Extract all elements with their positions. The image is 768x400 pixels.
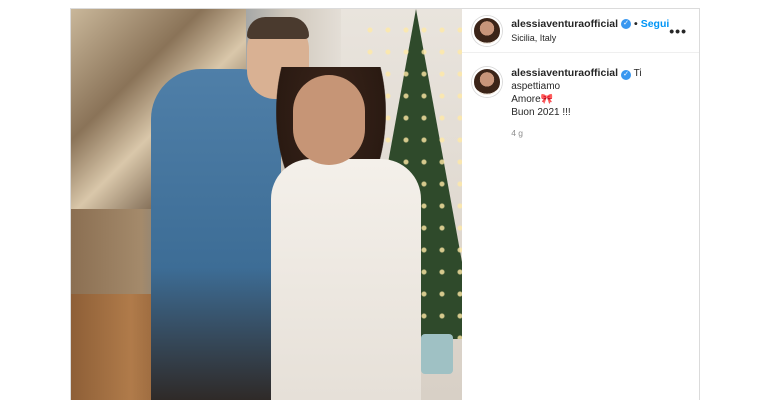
post-sidebar: alessiaventuraofficial ✓ • Segui Sicilia… <box>462 9 699 400</box>
post-timestamp[interactable]: 4 g <box>511 127 687 140</box>
caption-first-line: alessiaventuraofficial ✓ Ti aspettiamo <box>511 67 687 93</box>
caption-username-link[interactable]: alessiaventuraofficial <box>511 67 618 79</box>
caption-text-2: Amore <box>511 94 541 105</box>
username-link[interactable]: alessiaventuraofficial <box>511 17 618 31</box>
caption-second-line: Amore🎀 <box>511 93 687 106</box>
caption-verified-badge-icon: ✓ <box>621 70 631 80</box>
avatar[interactable] <box>472 15 503 46</box>
caption-body: alessiaventuraofficial ✓ Ti aspettiamo Am… <box>511 67 687 140</box>
photo-man <box>151 69 281 400</box>
header-text: alessiaventuraofficial ✓ • Segui Sicilia… <box>511 17 669 45</box>
follow-button[interactable]: Segui <box>641 17 670 31</box>
photo-woman <box>271 159 421 400</box>
verified-badge-icon: ✓ <box>621 18 631 29</box>
separator-dot: • <box>634 17 638 30</box>
photo-man-hair <box>247 17 309 39</box>
more-options-icon[interactable]: ••• <box>669 24 687 38</box>
caption-comment: alessiaventuraofficial ✓ Ti aspettiamo Am… <box>462 53 699 140</box>
username-row: alessiaventuraofficial ✓ • Segui <box>511 17 669 31</box>
photo-woman-head <box>293 75 365 165</box>
bow-emoji: 🎀 <box>540 94 554 105</box>
photo-gift <box>421 334 453 374</box>
caption-avatar[interactable] <box>472 67 503 97</box>
instagram-post: alessiaventuraofficial ✓ • Segui Sicilia… <box>70 8 700 400</box>
caption-text-3: Buon 2021 !!! <box>511 107 571 118</box>
post-photo[interactable] <box>71 9 463 400</box>
post-header: alessiaventuraofficial ✓ • Segui Sicilia… <box>462 9 699 53</box>
location-link[interactable]: Sicilia, Italy <box>511 31 669 45</box>
